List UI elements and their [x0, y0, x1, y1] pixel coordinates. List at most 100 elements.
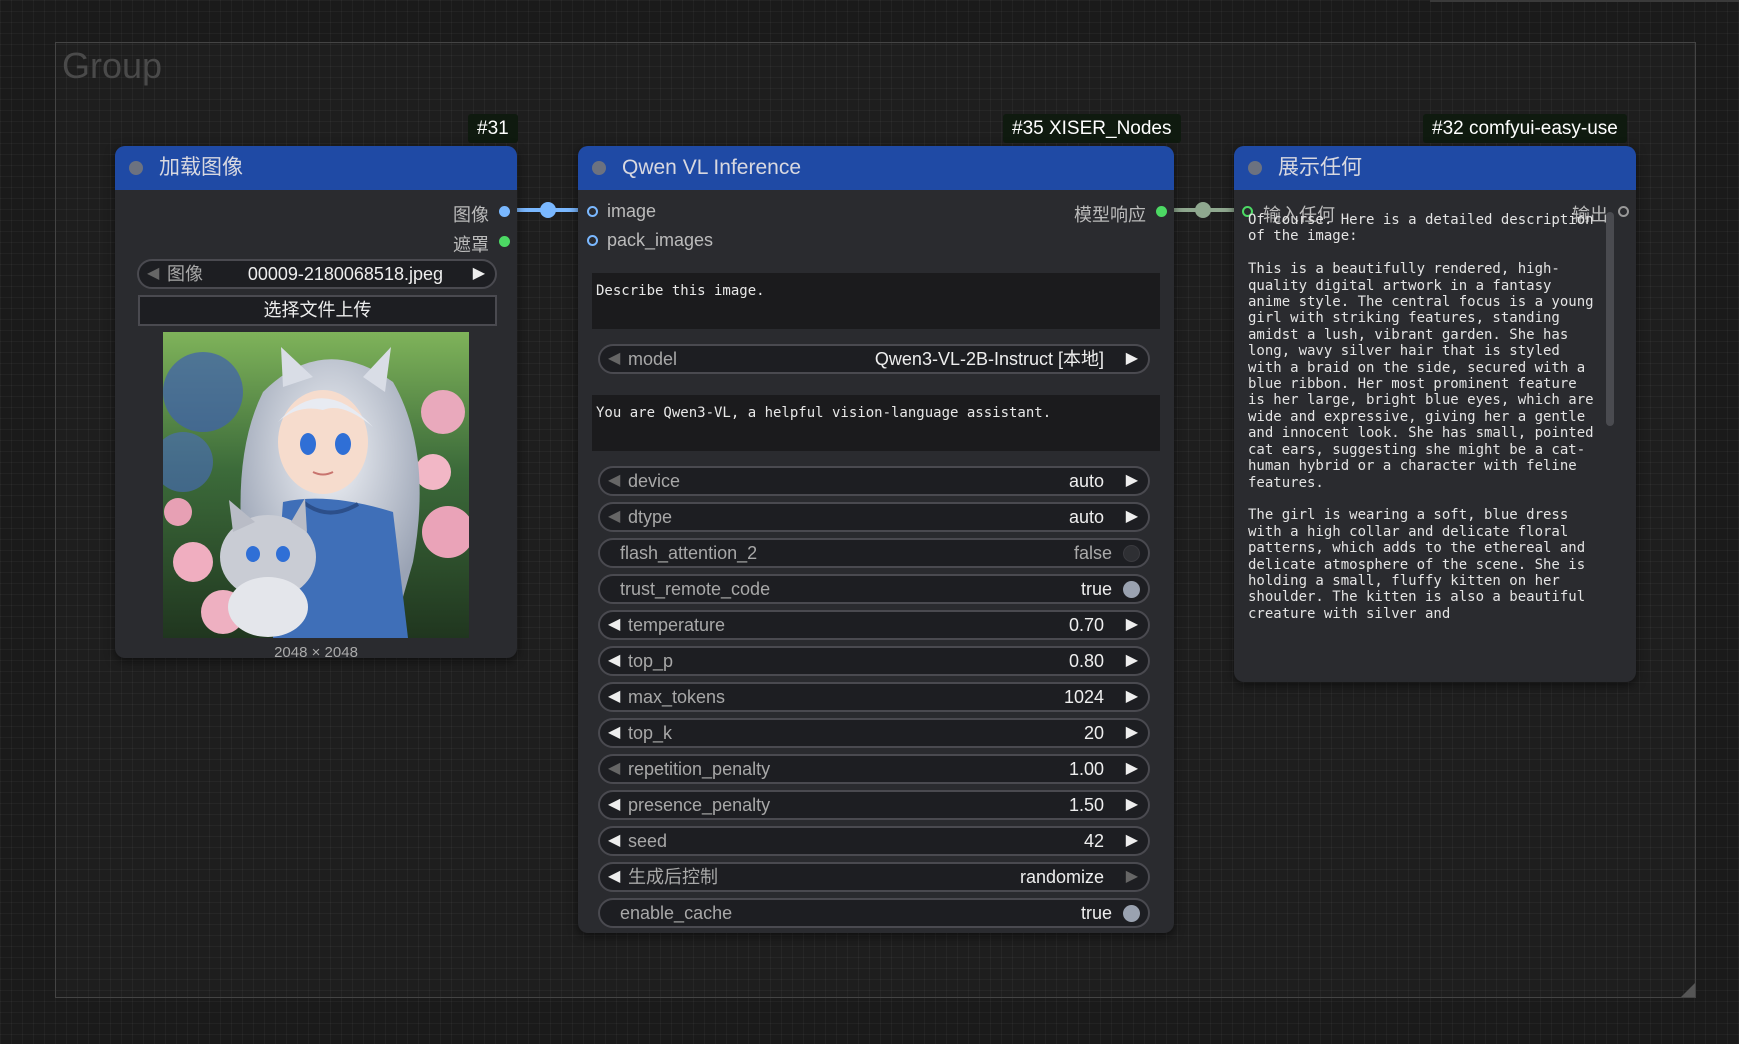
arrow-right-icon[interactable]: ▶	[1126, 792, 1138, 818]
image-preview	[163, 332, 469, 638]
toggle-knob-icon[interactable]	[1123, 905, 1140, 922]
arrow-left-icon[interactable]: ◀	[608, 648, 620, 674]
toggle-knob-icon[interactable]	[1123, 581, 1140, 598]
widget-label: max_tokens	[628, 687, 726, 707]
text-wire-midpoint[interactable]	[1195, 202, 1211, 218]
output-slot-model-response: 模型响应	[1074, 205, 1146, 225]
arrow-left-icon[interactable]: ◀	[608, 720, 620, 746]
widget-label: trust_remote_code	[620, 579, 771, 599]
group-resize-handle[interactable]	[1681, 983, 1695, 997]
input-slot-pack-images: pack_images	[607, 230, 714, 250]
trust-remote-code-toggle[interactable]: trust_remote_code true	[598, 574, 1150, 604]
output-port-model-response[interactable]	[1156, 206, 1167, 217]
arrow-left-icon[interactable]: ◀	[608, 828, 620, 854]
collapse-dot-icon[interactable]	[592, 161, 606, 175]
arrow-right-icon[interactable]: ▶	[1126, 468, 1138, 494]
qwen-vl-inference-node[interactable]: Qwen VL Inference image pack_images 模型响应…	[578, 146, 1174, 933]
widget-label: 图像	[167, 264, 203, 284]
widget-value: 0.70	[1068, 615, 1104, 635]
dtype-combo[interactable]: ◀ dtype auto ▶	[598, 502, 1150, 532]
widget-value: 42	[1083, 831, 1104, 851]
repetition-penalty-number[interactable]: ◀ repetition_penalty 1.00 ▶	[598, 754, 1150, 784]
canvas-top-strip	[1430, 0, 1739, 2]
collapse-dot-icon[interactable]	[1248, 161, 1262, 175]
widget-value: 1.50	[1068, 795, 1104, 815]
temperature-number[interactable]: ◀ temperature 0.70 ▶	[598, 610, 1150, 640]
prompt-textarea[interactable]: Describe this image.	[592, 273, 1160, 329]
widget-label: model	[628, 349, 678, 369]
output-scrollbar[interactable]	[1606, 212, 1614, 632]
arrow-right-icon[interactable]: ▶	[1126, 346, 1138, 372]
arrow-left-icon[interactable]: ◀	[147, 261, 159, 287]
output-slot-image: 图像	[453, 205, 489, 225]
top-p-number[interactable]: ◀ top_p 0.80 ▶	[598, 646, 1150, 676]
widget-label: repetition_penalty	[628, 759, 771, 779]
show-any-node[interactable]: 展示任何 输入任何 输出 Of course. Here is a detail…	[1234, 146, 1636, 682]
node-title: 加载图像	[159, 156, 243, 179]
arrow-left-icon[interactable]: ◀	[608, 612, 620, 638]
control-after-generate-combo[interactable]: ◀ 生成后控制 randomize ▶	[598, 862, 1150, 892]
node-title: Qwen VL Inference	[622, 156, 801, 179]
arrow-right-icon[interactable]: ▶	[1126, 720, 1138, 746]
system-prompt-textarea[interactable]: You are Qwen3-VL, a helpful vision-langu…	[592, 395, 1160, 451]
node-header[interactable]: 展示任何	[1234, 146, 1636, 190]
group-title: Group	[62, 45, 163, 86]
max-tokens-number[interactable]: ◀ max_tokens 1024 ▶	[598, 682, 1150, 712]
output-port-mask[interactable]	[499, 236, 510, 247]
widget-label: flash_attention_2	[620, 543, 758, 563]
arrow-left-icon[interactable]: ◀	[608, 346, 620, 372]
arrow-left-icon[interactable]: ◀	[608, 792, 620, 818]
arrow-right-icon[interactable]: ▶	[473, 261, 485, 287]
arrow-right-icon[interactable]: ▶	[1126, 828, 1138, 854]
upload-button[interactable]: 选择文件上传	[138, 295, 497, 326]
widget-label: dtype	[628, 507, 673, 527]
arrow-right-icon[interactable]: ▶	[1126, 756, 1138, 782]
input-port-image[interactable]	[587, 206, 598, 217]
widget-label: seed	[628, 831, 668, 851]
arrow-left-icon[interactable]: ◀	[608, 756, 620, 782]
widget-label: 生成后控制	[628, 867, 718, 887]
load-image-node[interactable]: 加载图像 图像 遮罩 ◀ 图像 00009-2180068518.jpeg ▶ …	[115, 146, 517, 661]
node-header[interactable]: Qwen VL Inference	[578, 146, 1174, 190]
node-id-badge: #31	[468, 114, 518, 143]
output-port[interactable]	[1618, 206, 1629, 217]
widget-value: false	[1073, 543, 1112, 563]
enable-cache-toggle[interactable]: enable_cache true	[598, 898, 1150, 928]
output-textarea[interactable]: Of course. Here is a detailed descriptio…	[1248, 212, 1594, 630]
arrow-right-icon[interactable]: ▶	[1126, 684, 1138, 710]
flash-attention-toggle[interactable]: flash_attention_2 false	[598, 538, 1150, 568]
widget-value: true	[1080, 903, 1112, 923]
widget-value: 20	[1083, 723, 1104, 743]
model-combo[interactable]: ◀ model Qwen3-VL-2B-Instruct [本地] ▶	[598, 344, 1150, 374]
arrow-right-icon[interactable]: ▶	[1126, 504, 1138, 530]
arrow-left-icon[interactable]: ◀	[608, 684, 620, 710]
arrow-right-icon[interactable]: ▶	[1126, 864, 1138, 890]
image-dimensions: 2048 × 2048	[274, 644, 358, 661]
presence-penalty-number[interactable]: ◀ presence_penalty 1.50 ▶	[598, 790, 1150, 820]
node-header[interactable]: 加载图像	[115, 146, 517, 190]
image-file-combo[interactable]: ◀ 图像 00009-2180068518.jpeg ▶	[137, 259, 497, 289]
anime-girl-illustration	[163, 332, 469, 638]
top-k-number[interactable]: ◀ top_k 20 ▶	[598, 718, 1150, 748]
widget-value: Qwen3-VL-2B-Instruct [本地]	[874, 349, 1104, 369]
widget-label: presence_penalty	[628, 795, 771, 815]
node-title: 展示任何	[1278, 156, 1362, 179]
node-id-badge: #32 comfyui-easy-use	[1423, 114, 1627, 143]
seed-number[interactable]: ◀ seed 42 ▶	[598, 826, 1150, 856]
widget-value: true	[1080, 579, 1112, 599]
arrow-right-icon[interactable]: ▶	[1126, 612, 1138, 638]
widget-value: 0.80	[1068, 651, 1104, 671]
toggle-knob-icon[interactable]	[1123, 545, 1140, 562]
arrow-left-icon[interactable]: ◀	[608, 864, 620, 890]
collapse-dot-icon[interactable]	[129, 161, 143, 175]
scrollbar-thumb[interactable]	[1606, 212, 1614, 426]
widget-label: enable_cache	[620, 903, 733, 923]
output-port-image[interactable]	[499, 206, 510, 217]
arrow-right-icon[interactable]: ▶	[1126, 648, 1138, 674]
widget-value: 00009-2180068518.jpeg	[247, 264, 443, 284]
arrow-left-icon[interactable]: ◀	[608, 504, 620, 530]
arrow-left-icon[interactable]: ◀	[608, 468, 620, 494]
device-combo[interactable]: ◀ device auto ▶	[598, 466, 1150, 496]
input-port-pack-images[interactable]	[587, 235, 598, 246]
image-wire-midpoint[interactable]	[540, 202, 556, 218]
